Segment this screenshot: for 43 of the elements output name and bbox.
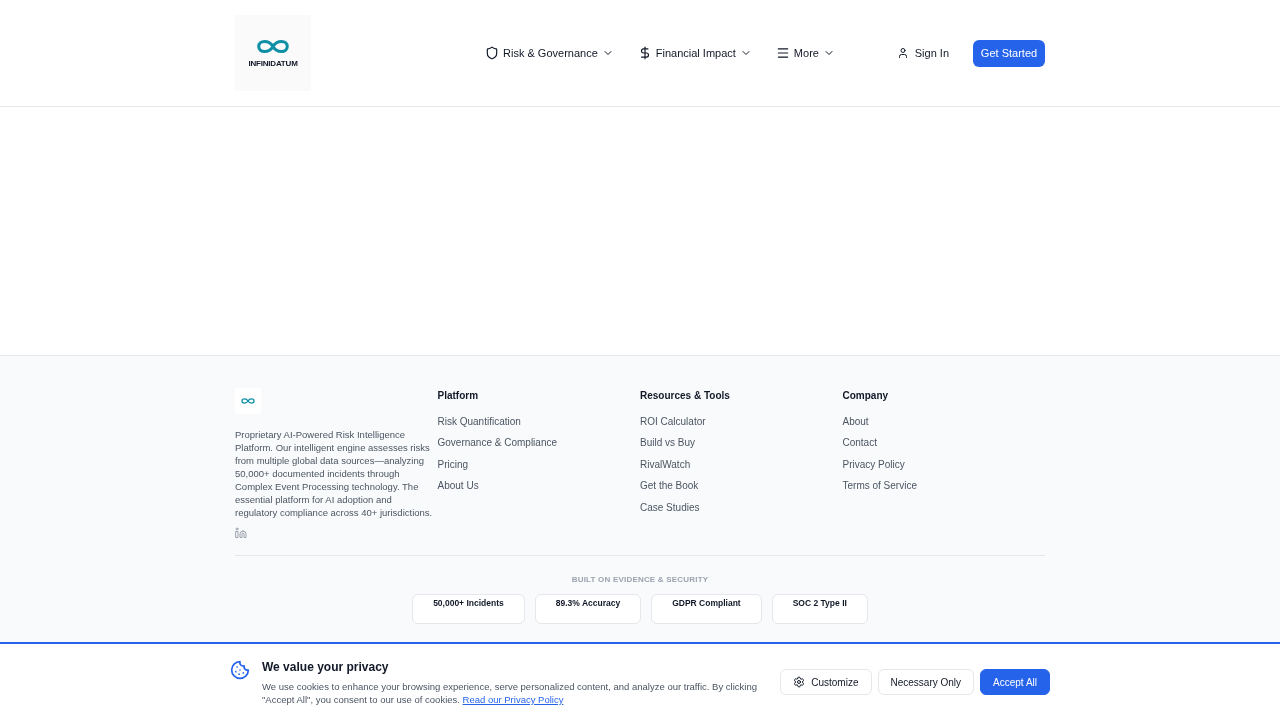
footer-link[interactable]: Contact <box>842 436 877 450</box>
user-icon <box>896 47 909 59</box>
trust-heading: BUILT ON EVIDENCE & SECURITY <box>571 574 709 586</box>
settings-icon <box>793 676 806 688</box>
footer-link[interactable]: Privacy Policy <box>842 457 905 472</box>
footer-link[interactable]: About Us <box>437 479 479 493</box>
trust-badge: 89.3% Accuracy <box>534 594 642 624</box>
footer-link[interactable]: ROI Calculator <box>640 415 706 429</box>
nav-menu-button[interactable]: More <box>771 40 839 66</box>
cookie-icon <box>230 660 250 680</box>
footer-link[interactable]: Case Studies <box>640 500 700 515</box>
footer-link[interactable]: About <box>842 415 869 429</box>
logo-text: INFINIDATUM <box>248 57 298 70</box>
footer-link[interactable]: Terms of Service <box>842 479 917 493</box>
footer-link[interactable]: Get the Book <box>640 479 699 493</box>
footer-column-title: Resources & Tools <box>640 389 731 403</box>
footer-link[interactable]: Risk Quantification <box>437 415 521 429</box>
cookie-title: We value your privacy <box>262 659 390 676</box>
footer-column-title: Platform <box>437 389 480 403</box>
footer-link[interactable]: Governance & Compliance <box>437 436 557 450</box>
footer-link[interactable]: RivalWatch <box>640 457 691 472</box>
shield-icon <box>485 46 499 60</box>
footer-link[interactable]: Pricing <box>437 457 469 472</box>
cookie-button[interactable]: Accept All <box>980 669 1050 695</box>
linkedin-icon[interactable] <box>235 527 247 539</box>
nav-menu-button[interactable]: Financial Impact <box>633 40 756 66</box>
footer-link[interactable]: Build vs Buy <box>640 436 696 450</box>
privacy-policy-link[interactable]: Read our Privacy Policy <box>462 694 564 705</box>
footer-description: Proprietary AI-Powered Risk Intelligence Platform. Our intelligent engine assesses risks from multiple global data sources—analyzing 50,000+ documented incidents through Complex Event Processing technology. The essential platform for AI adoption and regulatory compliance across 40+ jurisdictions. <box>235 428 434 519</box>
footer-column-title: Company <box>842 389 890 403</box>
get-started-button[interactable]: Get Started <box>973 39 1045 67</box>
nav-menu-button[interactable]: Risk & Governance <box>481 40 618 66</box>
infinity-logo-icon <box>240 397 256 405</box>
trust-badge: GDPR Compliant <box>651 594 762 624</box>
trust-badge: 50,000+ Incidents <box>412 594 525 624</box>
sign-in-button[interactable]: Sign In <box>888 40 957 66</box>
cookie-button[interactable]: Customize <box>780 669 872 695</box>
footer-logo[interactable] <box>235 388 261 414</box>
menu-icon <box>775 46 790 60</box>
logo[interactable]: INFINIDATUM <box>235 15 311 91</box>
cookie-text: We use cookies to enhance your browsing experience, serve personalized content, and analyze our traffic. By clicking "Accept All", you consent to our use of cookies. Read our Privacy Policy <box>262 680 758 706</box>
cookie-button[interactable]: Necessary Only <box>877 669 975 695</box>
trust-badge: SOC 2 Type II <box>771 594 868 624</box>
